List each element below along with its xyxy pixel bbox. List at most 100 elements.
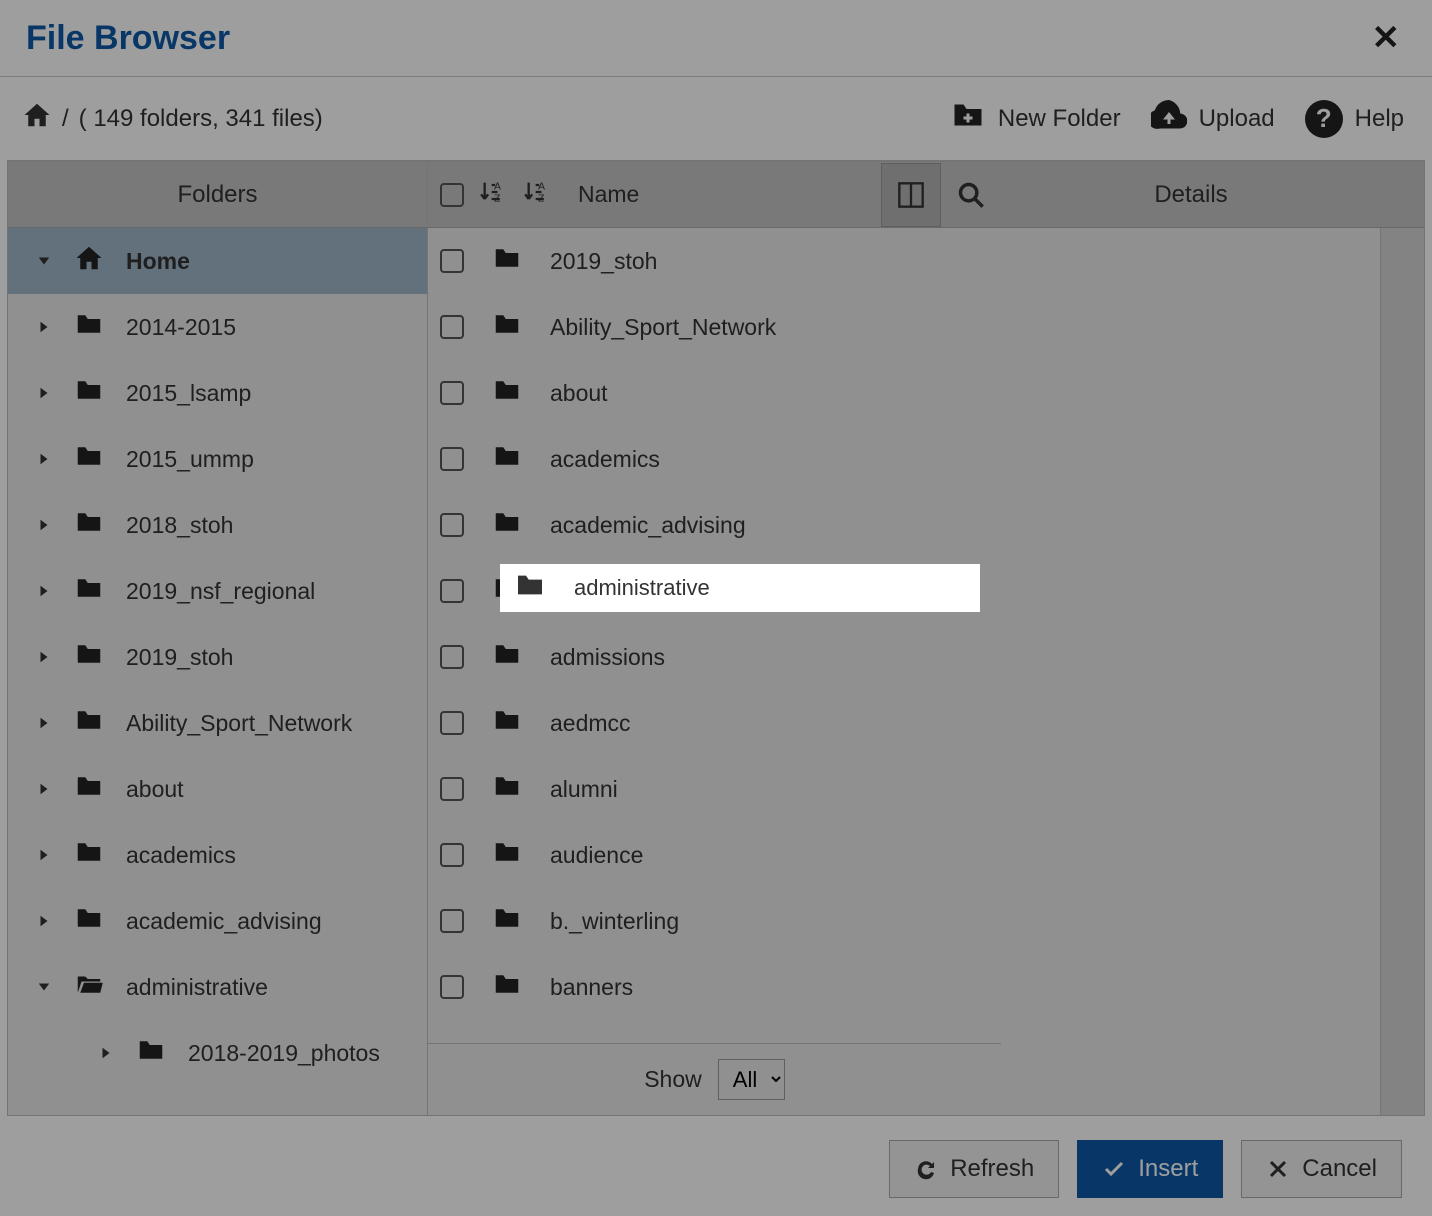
columns-toggle-button[interactable] <box>881 163 941 227</box>
tree-item[interactable]: academic_advising <box>8 888 427 954</box>
select-all-checkbox[interactable] <box>440 183 464 207</box>
check-icon <box>1102 1157 1126 1181</box>
list-row[interactable]: about <box>428 360 1001 426</box>
show-select[interactable]: All <box>718 1059 785 1100</box>
row-label: academics <box>550 446 660 473</box>
help-button[interactable]: ? Help <box>1305 100 1404 138</box>
row-checkbox[interactable] <box>440 843 464 867</box>
chevron-right-icon <box>36 782 52 796</box>
row-checkbox[interactable] <box>440 315 464 339</box>
row-checkbox[interactable] <box>440 777 464 801</box>
list-row[interactable]: academic_advising <box>428 492 1001 558</box>
folder-icon <box>492 441 522 477</box>
name-column-header[interactable]: Name <box>578 181 639 208</box>
tree-item[interactable]: 2019_stoh <box>8 624 427 690</box>
row-checkbox[interactable] <box>440 579 464 603</box>
list-row[interactable]: b._winterling <box>428 888 1001 954</box>
tree-item[interactable]: 2015_ummp <box>8 426 427 492</box>
list-row[interactable]: aedmcc <box>428 690 1001 756</box>
row-checkbox[interactable] <box>440 975 464 999</box>
chevron-down-icon <box>36 254 52 268</box>
list-row[interactable]: academics <box>428 426 1001 492</box>
home-icon <box>74 243 104 279</box>
row-checkbox[interactable] <box>440 711 464 735</box>
tree-item[interactable]: 2014-2015 <box>8 294 427 360</box>
refresh-button[interactable]: Refresh <box>889 1140 1059 1198</box>
list-row[interactable]: admissions <box>428 624 1001 690</box>
chevron-down-icon <box>36 980 52 994</box>
upload-button[interactable]: Upload <box>1151 97 1275 140</box>
folder-icon <box>74 375 104 411</box>
insert-button[interactable]: Insert <box>1077 1140 1223 1198</box>
sort-az-button[interactable] <box>480 178 508 212</box>
tree-item-label: administrative <box>126 974 268 1001</box>
folder-icon <box>514 569 546 607</box>
tree-item-label: 2015_lsamp <box>126 380 251 407</box>
folder-icon <box>74 507 104 543</box>
chevron-right-icon <box>36 914 52 928</box>
list-row[interactable]: audience <box>428 822 1001 888</box>
tree-item[interactable]: 2018_stoh <box>8 492 427 558</box>
main-panels: Folders Home 2014-20152015_lsamp2015_umm… <box>7 160 1425 1116</box>
sort-az-button-2[interactable] <box>524 178 552 212</box>
row-checkbox[interactable] <box>440 249 464 273</box>
tree-item-label: 2018_stoh <box>126 512 233 539</box>
tree-child-item[interactable]: 2018-2019_photos <box>8 1020 427 1086</box>
tree-home-label: Home <box>126 248 190 275</box>
chevron-right-icon <box>36 386 52 400</box>
row-label: audience <box>550 842 643 869</box>
row-label: Ability_Sport_Network <box>550 314 776 341</box>
list-row[interactable]: 2019_stoh <box>428 228 1001 294</box>
tree-item[interactable]: administrative <box>8 954 427 1020</box>
row-checkbox[interactable] <box>440 381 464 405</box>
list-row[interactable]: alumni <box>428 756 1001 822</box>
highlighted-row[interactable]: administrative <box>500 564 980 612</box>
row-checkbox[interactable] <box>440 909 464 933</box>
tree-item-label: 2019_nsf_regional <box>126 578 315 605</box>
cloud-upload-icon <box>1151 97 1187 140</box>
cancel-button[interactable]: Cancel <box>1241 1140 1402 1198</box>
folder-icon <box>74 309 104 345</box>
chevron-right-icon <box>36 452 52 466</box>
chevron-right-icon <box>36 650 52 664</box>
details-header: Details <box>1001 162 1381 228</box>
tree-item[interactable]: academics <box>8 822 427 888</box>
list-footer: Show All <box>428 1043 1001 1115</box>
chevron-right-icon <box>36 848 52 862</box>
row-label: academic_advising <box>550 512 746 539</box>
row-checkbox[interactable] <box>440 513 464 537</box>
row-label: admissions <box>550 644 665 671</box>
tree-home[interactable]: Home <box>8 228 427 294</box>
list-row[interactable]: banners <box>428 954 1001 1020</box>
refresh-label: Refresh <box>950 1155 1034 1183</box>
folder-plus-icon <box>950 97 986 140</box>
tree-item[interactable]: Ability_Sport_Network <box>8 690 427 756</box>
dialog-title: File Browser <box>26 19 230 58</box>
folder-icon <box>492 309 522 345</box>
tree-item-label: academic_advising <box>126 908 322 935</box>
home-icon[interactable] <box>22 100 52 137</box>
tree-item[interactable]: 2019_nsf_regional <box>8 558 427 624</box>
row-checkbox[interactable] <box>440 645 464 669</box>
tree-item-label: 2014-2015 <box>126 314 236 341</box>
search-button[interactable] <box>941 163 1001 227</box>
folder-icon <box>74 705 104 741</box>
chevron-right-icon <box>98 1046 114 1060</box>
folder-icon <box>74 441 104 477</box>
folder-icon <box>492 639 522 675</box>
tree-item-label: academics <box>126 842 236 869</box>
new-folder-button[interactable]: New Folder <box>950 97 1121 140</box>
list-row[interactable]: Ability_Sport_Network <box>428 294 1001 360</box>
row-checkbox[interactable] <box>440 447 464 471</box>
chevron-right-icon <box>36 716 52 730</box>
tree-item[interactable]: about <box>8 756 427 822</box>
new-folder-label: New Folder <box>998 105 1121 133</box>
folder-icon <box>492 375 522 411</box>
close-button[interactable]: ✕ <box>1372 18 1401 58</box>
tree-item[interactable]: 2015_lsamp <box>8 360 427 426</box>
dialog-buttons: Refresh Insert Cancel <box>889 1140 1402 1198</box>
details-body <box>1001 228 1381 1115</box>
chevron-right-icon <box>36 320 52 334</box>
tree-item-label: Ability_Sport_Network <box>126 710 352 737</box>
chevron-right-icon <box>36 518 52 532</box>
